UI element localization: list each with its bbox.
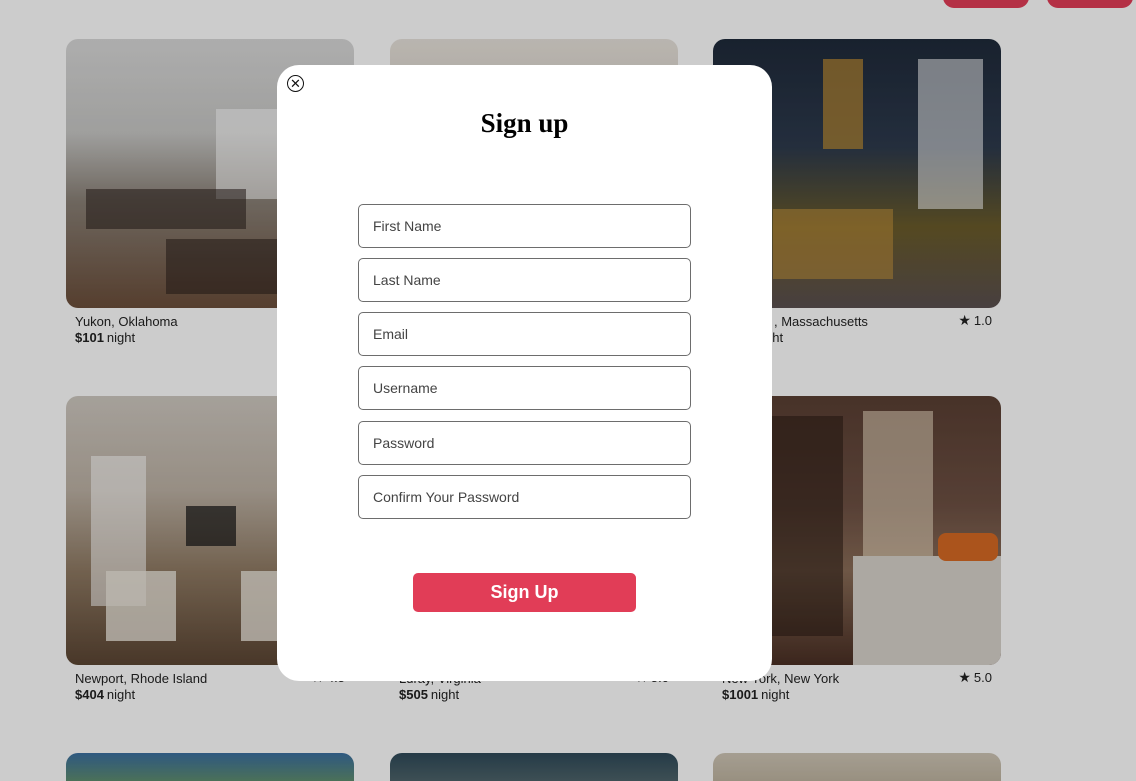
username-input[interactable] — [358, 366, 691, 410]
password-input[interactable] — [358, 421, 691, 465]
listings-page: Yukon, Oklahoma $101 night , Massachusett… — [0, 0, 1136, 781]
last-name-input[interactable] — [358, 258, 691, 302]
signup-modal: ✕ Sign up Sign Up — [277, 65, 772, 681]
modal-title: Sign up — [480, 108, 569, 138]
email-input[interactable] — [358, 312, 691, 356]
sign-up-button[interactable]: Sign Up — [413, 573, 636, 612]
close-icon[interactable]: ✕ — [287, 75, 304, 92]
confirm-password-input[interactable] — [358, 475, 691, 519]
first-name-input[interactable] — [358, 204, 691, 248]
